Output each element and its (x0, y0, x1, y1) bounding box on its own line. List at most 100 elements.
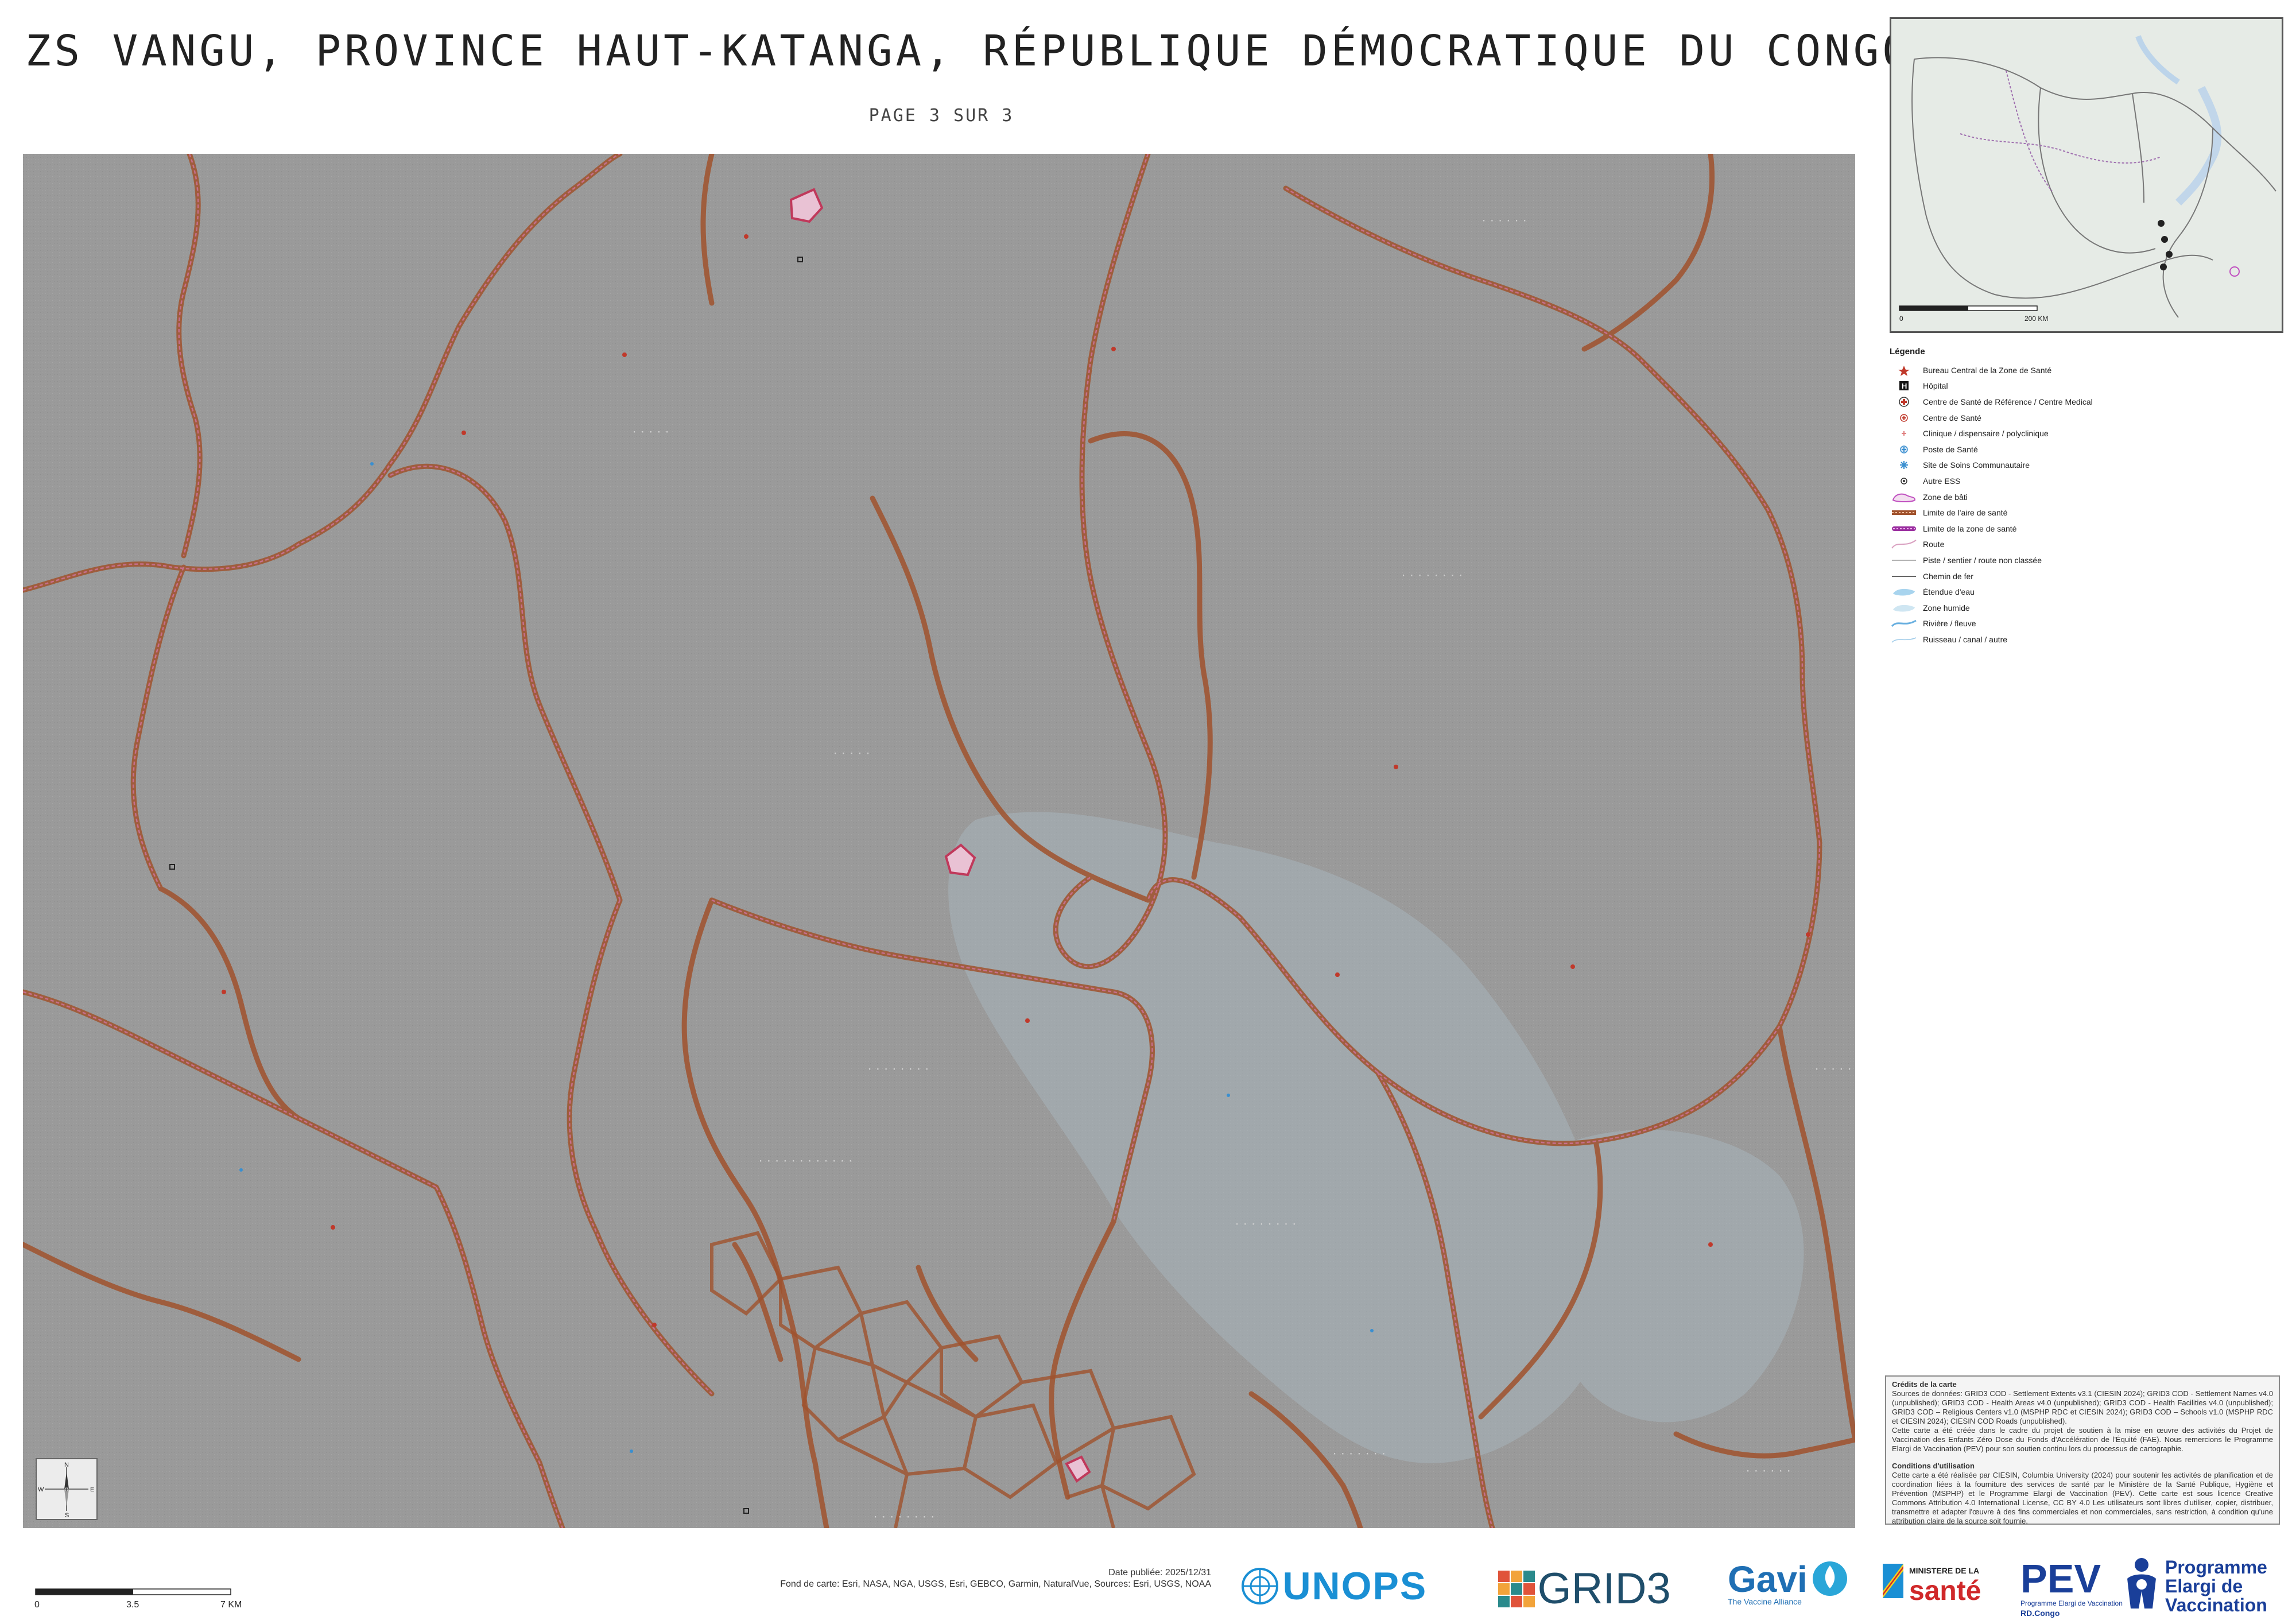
scale-end: 7 KM (220, 1600, 242, 1610)
conditions-text: Cette carte a été réalisée par CIESIN, C… (1892, 1471, 2273, 1525)
place-label: ······· (1332, 1448, 1389, 1460)
credits-sources: Sources de données: GRID3 COD - Settleme… (1892, 1389, 2273, 1425)
place-label: ········ (867, 1064, 932, 1075)
other-facility-icon (1901, 478, 1907, 485)
health-center-point (1708, 1242, 1713, 1247)
place-label: ············ (758, 1156, 856, 1167)
legend-item: Poste de Santé (1890, 441, 2280, 458)
health-center-point (1570, 964, 1575, 969)
legend-item-label: Centre de Santé (1923, 413, 1981, 423)
map-canvas: ····· ····· ········ ······ ········ ···… (23, 154, 1855, 1528)
basemap-attribution: Fond de carte: Esri, NASA, NGA, USGS, Es… (780, 1579, 1211, 1589)
legend-item-label: Chemin de fer (1923, 571, 1973, 581)
inset-scale-zero: 0 (1899, 315, 1903, 323)
water-body-icon (1893, 589, 1915, 596)
pev-logo: PEV Programme Elargi de Vaccination RD.C… (2020, 1556, 2267, 1618)
legend-item-label: Rivière / fleuve (1923, 619, 1976, 629)
health-center-point (461, 431, 466, 435)
health-center-point (1806, 932, 1810, 937)
health-center-point (1111, 347, 1116, 351)
legend-item: Zone de bâti (1890, 489, 2280, 505)
ministere-sante-logo: MINISTERE DE LA santé (1883, 1556, 1998, 1613)
health-center-point (744, 234, 748, 239)
legend-item: Clinique / dispensaire / polyclinique (1890, 425, 2280, 441)
health-center-point (652, 1323, 657, 1327)
health-center-point (622, 352, 627, 357)
page-label: PAGE 3 SUR 3 (868, 106, 1014, 126)
compass-e: E (90, 1486, 94, 1493)
compass-s: S (65, 1512, 69, 1519)
legend-item: Rivière / fleuve (1890, 616, 2280, 632)
star-icon (1898, 365, 1910, 376)
legend-item: Centre de Santé de Référence / Centre Me… (1890, 394, 2280, 410)
legend-item-label: Étendue d'eau (1923, 587, 1975, 597)
legend-item-label: Piste / sentier / route non classée (1923, 555, 2042, 565)
road-icon (1891, 540, 1917, 549)
health-center-icon (1900, 413, 1908, 422)
legend-item-label: Limite de l'aire de santé (1923, 508, 2008, 518)
legend-item-label: Poste de Santé (1923, 444, 1978, 454)
track-icon (1892, 560, 1916, 561)
hospital-h-icon: H (1899, 381, 1909, 391)
place-label: ········ (1401, 570, 1466, 582)
legend-item: Étendue d'eau (1890, 584, 2280, 600)
legend-item-label: Clinique / dispensaire / polyclinique (1923, 429, 2049, 439)
place-label: ····· (631, 427, 672, 438)
inset-scale-end: 200 KM (2024, 315, 2048, 323)
credits-heading: Crédits de la carte (1892, 1380, 1957, 1389)
legend-item-label: Zone humide (1923, 603, 1970, 613)
river-icon (1891, 619, 1917, 627)
legend-item: Site de Soins Communautaire (1890, 458, 2280, 474)
health-center-point (1394, 765, 1398, 769)
legend-item-label: Route (1923, 540, 1945, 549)
legend-item-label: Centre de Santé de Référence / Centre Me… (1923, 397, 2093, 406)
wetland-icon (1893, 604, 1915, 612)
legend-item: Route (1890, 537, 2280, 553)
legend-item: Centre de Santé (1890, 410, 2280, 426)
place-label: ······ (1481, 215, 1530, 227)
credits-project: Cette carte a été créée dans le cadre du… (1892, 1426, 2273, 1453)
health-center-point (1335, 972, 1340, 977)
scale-bar: 0 3.5 7 KM (33, 1587, 258, 1621)
legend-item: Ruisseau / canal / autre (1890, 631, 2280, 648)
pev-family-icon (2127, 1558, 2156, 1609)
map-title: ZS VANGU, PROVINCE HAUT-KATANGA, RÉPUBLI… (25, 26, 1911, 76)
grid3-mark-icon (1498, 1570, 1535, 1607)
health-zone-boundary-icon (1892, 526, 1916, 531)
legend-item-label: Ruisseau / canal / autre (1923, 634, 2008, 644)
legend-title: Légende (1890, 347, 1925, 356)
legend-item: Bureau Central de la Zone de Santé (1890, 362, 2280, 378)
place-label: ····· (832, 748, 873, 759)
legend-item-label: Hôpital (1923, 381, 1948, 391)
legend-item-label: Bureau Central de la Zone de Santé (1923, 365, 2052, 375)
place-label: ········ (1234, 1219, 1300, 1230)
stream-icon (1891, 637, 1917, 643)
legend-item-label: Limite de la zone de santé (1923, 524, 2017, 533)
railway-icon (1892, 575, 1916, 577)
map-credits: Crédits de la carte Sources de données: … (1885, 1375, 2280, 1525)
legend-item: Chemin de fer (1890, 568, 2280, 584)
legend-item: H Hôpital (1890, 378, 2280, 394)
legend-item: Zone humide (1890, 600, 2280, 616)
conditions-heading: Conditions d'utilisation (1892, 1462, 1975, 1470)
north-arrow: N S E W (36, 1458, 98, 1520)
legend-item-label: Autre ESS (1923, 476, 1961, 486)
footer-text: Date publiée: 2025/12/31 Fond de carte: … (677, 1567, 1211, 1590)
gavi-logo: Gavi The Vaccine Alliance (1728, 1558, 1850, 1606)
legend-item: Limite de l'aire de santé (1890, 505, 2280, 521)
un-emblem-icon (1242, 1568, 1278, 1604)
legend-item: Autre ESS (1890, 473, 2280, 489)
health-center-point (1025, 1018, 1030, 1023)
health-center-point (222, 990, 226, 994)
compass-icon: N S E W (38, 1462, 94, 1519)
legend-item-label: Site de Soins Communautaire (1923, 460, 2030, 470)
health-center-point (331, 1225, 335, 1230)
clinic-icon (1902, 431, 1906, 436)
place-label: ····· (1814, 1064, 1855, 1075)
inset-map[interactable]: 0 200 KM (1890, 17, 2283, 333)
legend: Légende Bureau Central de la Zone de San… (1890, 347, 2280, 668)
community-site-icon (1900, 461, 1908, 470)
main-map[interactable]: ····· ····· ········ ······ ········ ···… (23, 154, 1855, 1528)
legend-item: Limite de la zone de santé (1890, 521, 2280, 537)
partner-logos: UNOPS GRID3 Gavi The Vaccine Alliance MI… (1240, 1544, 2285, 1619)
